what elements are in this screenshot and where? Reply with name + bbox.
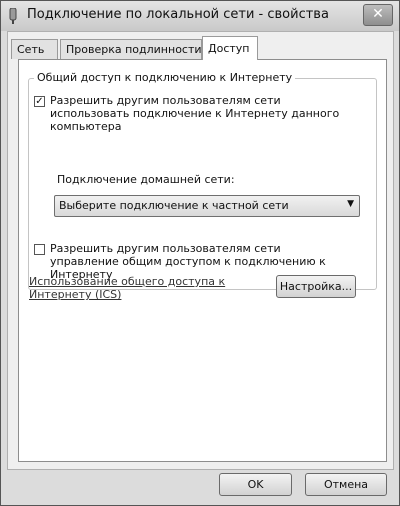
tab-sharing[interactable]: Доступ	[202, 36, 258, 60]
title-bar: Подключение по локальной сети - свойства…	[1, 1, 399, 31]
ics-group-title: Общий доступ к подключению к Интернету	[34, 71, 296, 84]
window-title: Подключение по локальной сети - свойства	[27, 7, 329, 22]
close-button[interactable]: ✕	[363, 4, 393, 26]
allow-connect-label: Разрешить другим пользователям сети испо…	[50, 94, 340, 133]
properties-dialog: Подключение по локальной сети - свойства…	[0, 0, 400, 506]
checkmark-icon: ✓	[35, 96, 44, 107]
dropdown-arrow-icon: ▼	[347, 199, 354, 209]
allow-connect-checkbox[interactable]: ✓	[34, 96, 45, 107]
home-network-select[interactable]: Выберите подключение к частной сети ▼	[54, 195, 360, 217]
ics-help-link[interactable]: Использование общего доступа к Интернету…	[29, 275, 239, 301]
network-adapter-icon	[9, 8, 17, 24]
allow-control-checkbox[interactable]	[34, 244, 45, 255]
tab-panel-sharing: Общий доступ к подключению к Интернету ✓…	[18, 59, 387, 462]
settings-button[interactable]: Настройка...	[276, 275, 356, 298]
ok-button[interactable]: OK	[219, 473, 292, 496]
ics-group: Общий доступ к подключению к Интернету ✓…	[28, 71, 377, 290]
tab-authentication[interactable]: Проверка подлинности	[60, 39, 202, 59]
home-network-label: Подключение домашней сети:	[57, 173, 235, 186]
home-network-select-value: Выберите подключение к частной сети	[59, 199, 289, 212]
tab-network[interactable]: Сеть	[11, 39, 58, 59]
cancel-button[interactable]: Отмена	[305, 473, 387, 496]
dialog-body: Сеть Проверка подлинности Доступ Общий д…	[7, 31, 394, 470]
close-icon: ✕	[372, 6, 384, 22]
